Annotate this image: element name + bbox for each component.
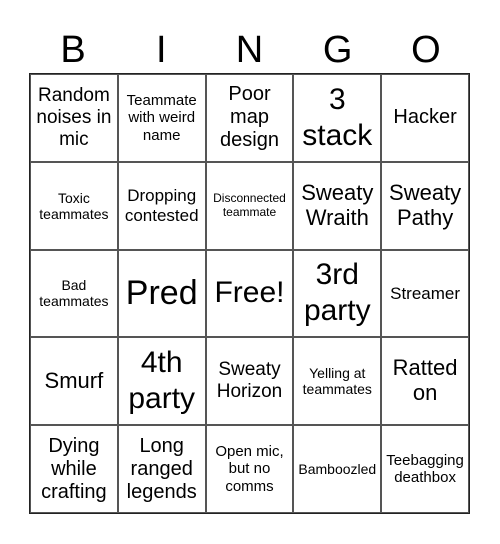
bingo-cell[interactable]: Bad teammates <box>30 249 118 338</box>
bingo-cell[interactable]: Disconnected teammate <box>205 161 294 250</box>
bingo-cell[interactable]: Teammate with weird name <box>117 74 206 162</box>
bingo-cell[interactable]: Open mic, but no comms <box>205 425 294 513</box>
header-letter-b: B <box>60 29 86 71</box>
header-letter-g: G <box>322 29 353 71</box>
bingo-cell[interactable]: Teebagging deathbox <box>381 425 469 513</box>
bingo-cell[interactable]: Toxic teammates <box>30 161 118 250</box>
bingo-cell[interactable]: Poor map design <box>205 74 294 162</box>
bingo-cell[interactable]: Streamer <box>381 249 469 338</box>
bingo-cell[interactable]: Hacker <box>381 74 469 162</box>
free-space-cell[interactable]: Free! <box>205 249 294 338</box>
bingo-grid: Random noises in mic Teammate with weird… <box>29 73 470 514</box>
bingo-cell[interactable]: 3 stack <box>293 74 382 162</box>
bingo-cell[interactable]: Sweaty Wraith <box>293 161 382 250</box>
bingo-cell[interactable]: Dying while crafting <box>30 425 118 513</box>
bingo-header: B I N G O <box>29 28 470 73</box>
header-letter-n: N <box>235 29 264 71</box>
bingo-cell[interactable]: Sweaty Pathy <box>381 161 469 250</box>
header-letter-i: I <box>156 29 167 71</box>
bingo-cell[interactable]: Ratted on <box>381 337 469 426</box>
bingo-cell[interactable]: Dropping contested <box>117 161 206 250</box>
bingo-cell[interactable]: Long ranged legends <box>117 425 206 513</box>
bingo-cell[interactable]: Smurf <box>30 337 118 426</box>
bingo-cell[interactable]: 4th party <box>117 337 206 426</box>
header-letter-o: O <box>411 29 441 71</box>
bingo-cell[interactable]: Random noises in mic <box>30 74 118 162</box>
bingo-cell[interactable]: Bamboozled <box>293 425 382 513</box>
bingo-cell[interactable]: Pred <box>117 249 206 338</box>
bingo-cell[interactable]: 3rd party <box>293 249 382 338</box>
bingo-cell[interactable]: Yelling at teammates <box>293 337 382 426</box>
bingo-cell[interactable]: Sweaty Horizon <box>205 337 294 426</box>
